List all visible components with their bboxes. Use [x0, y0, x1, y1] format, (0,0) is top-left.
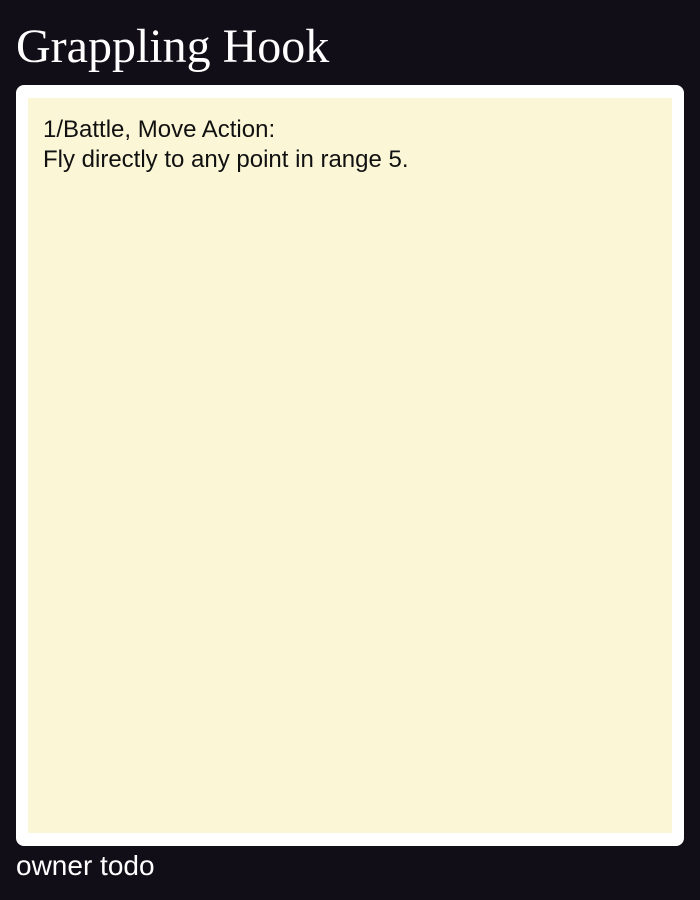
ability-text: Fly directly to any point in range 5.: [43, 146, 409, 173]
owner-label: owner todo: [16, 850, 155, 881]
ability-header: 1/Battle, Move Action:: [43, 116, 276, 143]
card-frame: 1/Battle, Move Action: Fly directly to a…: [16, 85, 684, 846]
card-description-panel: 1/Battle, Move Action: Fly directly to a…: [28, 98, 672, 833]
card-title: Grappling Hook: [16, 20, 330, 73]
